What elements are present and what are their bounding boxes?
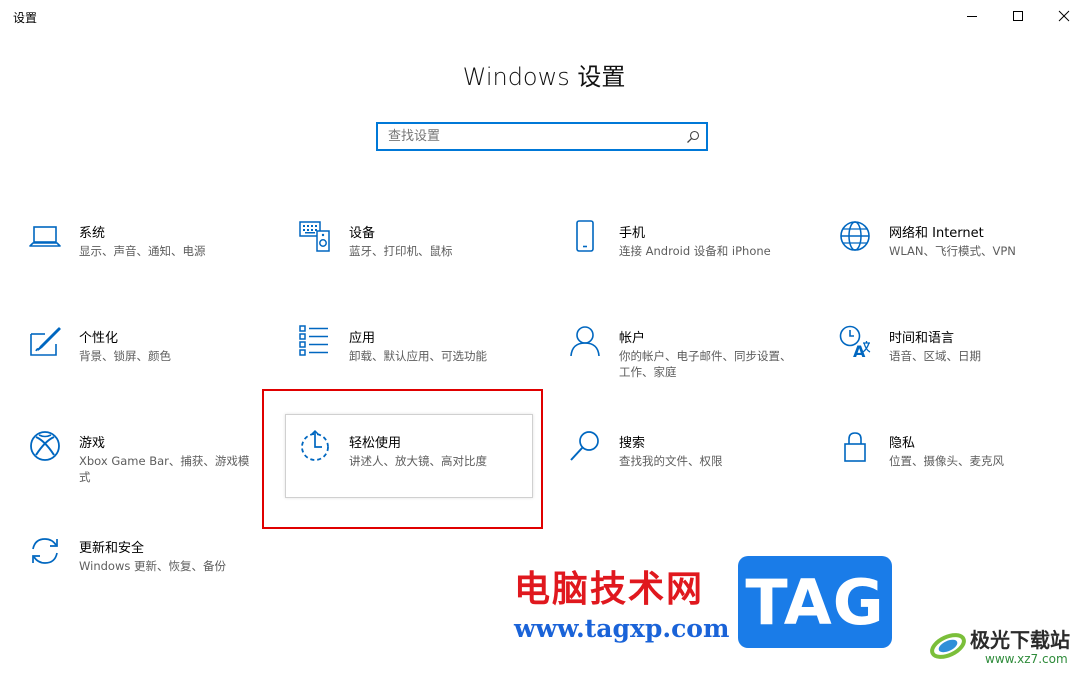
highlight-frame	[262, 389, 543, 529]
search-icon	[568, 429, 602, 463]
tile-gaming[interactable]: 游戏 Xbox Game Bar、捕获、游戏模式	[18, 426, 266, 512]
tile-description: 蓝牙、打印机、鼠标	[349, 244, 453, 258]
maximize-icon	[1013, 11, 1023, 21]
page-title: Windows 设置	[462, 63, 626, 91]
tile-title: 隐私	[889, 436, 916, 451]
tile-title: 设备	[349, 226, 376, 241]
tile-title: 帐户	[619, 331, 646, 346]
tile-personalization[interactable]: 个性化 背景、锁屏、颜色	[18, 321, 266, 407]
tile-network[interactable]: 网络和 Internet WLAN、飞行模式、VPN	[828, 216, 1076, 302]
tile-description: 连接 Android 设备和 iPhone	[619, 244, 771, 258]
sync-icon	[28, 534, 62, 568]
watermark-logo-text: 极光下载站	[970, 628, 1070, 652]
tile-search[interactable]: 搜索 查找我的文件、权限	[558, 426, 806, 512]
minimize-button[interactable]	[949, 0, 995, 32]
tile-title: 更新和安全	[79, 541, 145, 556]
globe-icon	[838, 219, 872, 253]
tile-description: 卸载、默认应用、可选功能	[349, 349, 487, 363]
time-language-icon: A	[838, 324, 872, 358]
settings-search-box[interactable]	[376, 122, 708, 151]
tile-description: Xbox Game Bar、捕获、游戏模式	[79, 454, 250, 484]
aurora-logo-icon	[930, 633, 966, 659]
tile-update-security[interactable]: 更新和安全 Windows 更新、恢复、备份	[18, 531, 266, 617]
laptop-icon	[28, 219, 62, 253]
title-bar: 设置	[0, 0, 1088, 32]
tile-title: 游戏	[79, 436, 106, 451]
tile-description: 你的帐户、电子邮件、同步设置、工作、家庭	[619, 349, 792, 379]
tile-title: 系统	[79, 226, 106, 241]
paint-icon	[28, 324, 62, 358]
tile-title: 应用	[349, 331, 376, 346]
tile-title: 搜索	[619, 436, 646, 451]
close-icon	[1058, 10, 1070, 22]
keyboard-speaker-icon	[298, 219, 332, 253]
watermark-site-name: 电脑技术网	[514, 569, 705, 610]
tile-devices[interactable]: 设备 蓝牙、打印机、鼠标	[288, 216, 536, 302]
tile-title: 时间和语言	[889, 331, 955, 346]
window-title: 设置	[13, 11, 38, 25]
tile-title: 手机	[619, 226, 646, 241]
tile-description: Windows 更新、恢复、备份	[79, 559, 226, 573]
maximize-button[interactable]	[995, 0, 1041, 32]
tile-description: 背景、锁屏、颜色	[79, 349, 171, 363]
watermark-tag-badge: TAG	[738, 556, 892, 648]
close-button[interactable]	[1041, 0, 1087, 32]
tile-description: 位置、摄像头、麦克风	[889, 454, 1004, 468]
tile-description: 查找我的文件、权限	[619, 454, 723, 468]
tile-title: 个性化	[79, 331, 119, 346]
search-input[interactable]	[388, 124, 678, 149]
tile-description: WLAN、飞行模式、VPN	[889, 244, 1016, 258]
tile-description: 显示、声音、通知、电源	[79, 244, 206, 258]
watermark-site-url: www.tagxp.com	[514, 614, 730, 643]
tile-description: 语音、区域、日期	[889, 349, 981, 363]
tile-title: 网络和 Internet	[889, 226, 984, 241]
lock-icon	[838, 429, 872, 463]
xbox-icon	[28, 429, 62, 463]
search-icon[interactable]	[686, 130, 700, 144]
watermark-logo-url: www.xz7.com	[985, 652, 1068, 666]
tile-time-language[interactable]: A 时间和语言 语音、区域、日期	[828, 321, 1076, 407]
tile-privacy[interactable]: 隐私 位置、摄像头、麦克风	[828, 426, 1076, 512]
person-icon	[568, 324, 602, 358]
minimize-icon	[967, 16, 977, 17]
phone-icon	[568, 219, 602, 253]
tile-phone[interactable]: 手机 连接 Android 设备和 iPhone	[558, 216, 806, 302]
apps-list-icon	[298, 324, 332, 358]
tile-system[interactable]: 系统 显示、声音、通知、电源	[18, 216, 266, 302]
tile-accounts[interactable]: 帐户 你的帐户、电子邮件、同步设置、工作、家庭	[558, 321, 806, 407]
